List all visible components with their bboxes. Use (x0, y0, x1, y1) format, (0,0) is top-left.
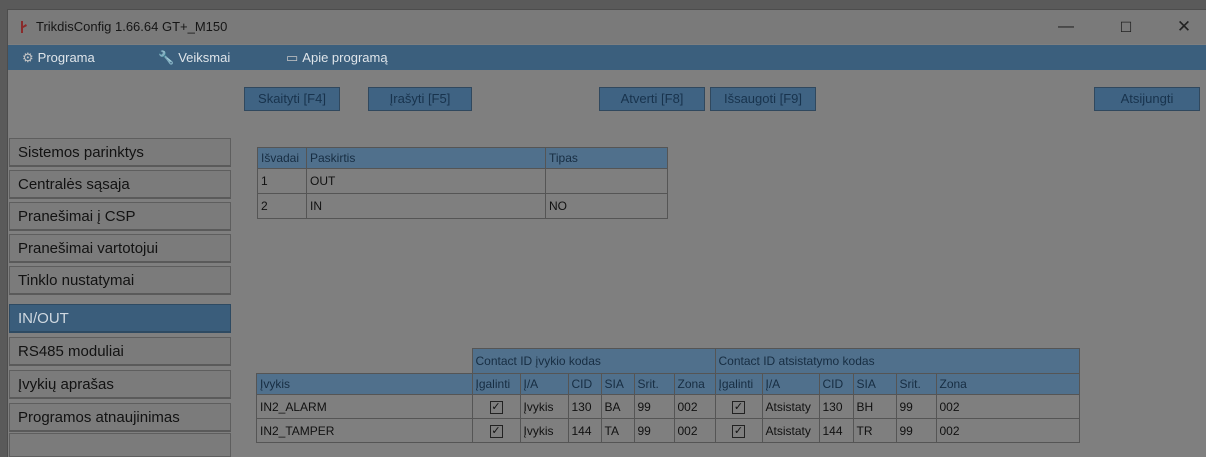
area-cell[interactable]: 99 (633, 394, 675, 419)
output-type[interactable]: NO (545, 193, 668, 219)
checkmark-icon: ✓ (489, 425, 503, 438)
restore-type-cell[interactable]: Atsistaty (761, 394, 820, 419)
zone-cell[interactable]: 002 (935, 418, 1080, 443)
event-type-cell[interactable]: Įvykis (519, 418, 569, 443)
column-header: Išvadai (257, 147, 307, 169)
table-row[interactable]: IN2_TAMPER ✓ Įvykis 144 TA 99 002 ✓ Atsi… (256, 418, 1080, 443)
column-header: Įgalinti (471, 373, 521, 395)
menu-apie-label: Apie programą (302, 50, 388, 65)
write-button[interactable]: Įrašyti [F5] (368, 87, 472, 111)
enable-event-checkbox[interactable]: ✓ (471, 418, 521, 443)
gear-icon: ⚙ (22, 50, 34, 65)
outputs-table: Išvadai Paskirtis Tipas 1 OUT 2 IN NO (257, 147, 668, 219)
window-title: TrikdisConfig 1.66.64 GT+_M150 (36, 19, 228, 34)
sia-cell[interactable]: BH (852, 394, 897, 419)
event-name: IN2_TAMPER (256, 418, 473, 443)
nav-sistemos-parinktys[interactable]: Sistemos parinktys (9, 138, 231, 167)
output-type[interactable] (545, 168, 668, 194)
table-row[interactable]: IN2_ALARM ✓ Įvykis 130 BA 99 002 ✓ Atsis… (256, 394, 1080, 419)
spacer-cell (257, 349, 473, 374)
enable-restore-checkbox[interactable]: ✓ (714, 418, 763, 443)
menu-apie[interactable]: ▭ Apie programą (286, 45, 388, 70)
column-header: Tipas (545, 147, 668, 169)
nav-programos-atnaujinimas[interactable]: Programos atnaujinimas (9, 403, 231, 432)
title-bar[interactable]: TrikdisConfig 1.66.64 GT+_M150 — ☐ ✕ (8, 10, 1206, 44)
close-button[interactable]: ✕ (1164, 14, 1204, 40)
open-button[interactable]: Atverti [F8] (599, 87, 705, 111)
menu-programa[interactable]: ⚙ Programa (22, 45, 95, 70)
column-header: Paskirtis (306, 147, 546, 169)
column-header: Į/A (519, 373, 569, 395)
column-header: SIA (852, 373, 897, 395)
output-purpose[interactable]: OUT (306, 168, 546, 194)
sia-cell[interactable]: BA (600, 394, 635, 419)
column-header: CID (567, 373, 602, 395)
menu-veiksmai-label: Veiksmai (178, 50, 231, 65)
nav-pranesimai-vartotojui[interactable]: Pranešimai vartotojui (9, 234, 231, 263)
output-number: 1 (257, 168, 307, 194)
zone-cell[interactable]: 002 (935, 394, 1080, 419)
column-header: SIA (600, 373, 635, 395)
restore-type-cell[interactable]: Atsistaty (761, 418, 820, 443)
save-button[interactable]: Išsaugoti [F9] (710, 87, 816, 111)
events-table: Contact ID įvykio kodas Contact ID atsis… (256, 348, 1080, 443)
checkmark-icon: ✓ (489, 401, 503, 414)
column-header: Į/A (761, 373, 820, 395)
zone-cell[interactable]: 002 (673, 394, 716, 419)
cid-cell[interactable]: 130 (818, 394, 854, 419)
info-window-icon: ▭ (286, 50, 299, 65)
output-number: 2 (257, 193, 307, 219)
checkmark-icon: ✓ (732, 401, 745, 414)
column-header: Įgalinti (714, 373, 763, 395)
menu-programa-label: Programa (37, 50, 95, 65)
cid-cell[interactable]: 130 (567, 394, 602, 419)
area-cell[interactable]: 99 (895, 418, 937, 443)
menu-veiksmai[interactable]: 🔧 Veiksmai (158, 45, 230, 70)
table-row[interactable]: 1 OUT (257, 168, 668, 194)
column-header: Zona (935, 373, 1080, 395)
table-row[interactable]: 2 IN NO (257, 193, 668, 219)
column-header: Įvykis (256, 373, 473, 395)
minimize-button[interactable]: — (1046, 14, 1086, 40)
column-header: CID (818, 373, 854, 395)
enable-event-checkbox[interactable]: ✓ (471, 394, 521, 419)
group-event-header: Contact ID įvykio kodas (471, 348, 716, 374)
cid-cell[interactable]: 144 (567, 418, 602, 443)
disconnect-button[interactable]: Atsijungti (1094, 87, 1200, 111)
app-logo-icon (21, 21, 27, 33)
cid-cell[interactable]: 144 (818, 418, 854, 443)
maximize-button[interactable]: ☐ (1106, 14, 1146, 40)
nav-rs485-moduliai[interactable]: RS485 moduliai (9, 337, 231, 366)
checkmark-icon: ✓ (732, 425, 745, 438)
group-restore-header: Contact ID atsistatymo kodas (714, 348, 1080, 374)
column-header: Zona (673, 373, 716, 395)
zone-cell[interactable]: 002 (673, 418, 716, 443)
nav-empty-slot (9, 433, 231, 457)
enable-restore-checkbox[interactable]: ✓ (714, 394, 763, 419)
nav-pranesimai-csp[interactable]: Pranešimai į CSP (9, 202, 231, 231)
wrench-icon: 🔧 (158, 50, 175, 65)
output-purpose[interactable]: IN (306, 193, 546, 219)
sia-cell[interactable]: TA (600, 418, 635, 443)
event-type-cell[interactable]: Įvykis (519, 394, 569, 419)
event-name: IN2_ALARM (256, 394, 473, 419)
column-header: Srit. (633, 373, 675, 395)
sia-cell[interactable]: TR (852, 418, 897, 443)
column-header: Srit. (895, 373, 937, 395)
nav-in-out[interactable]: IN/OUT (9, 304, 231, 333)
nav-centrales-sasaja[interactable]: Centralės sąsaja (9, 170, 231, 199)
read-button[interactable]: Skaityti [F4] (244, 87, 340, 111)
area-cell[interactable]: 99 (633, 418, 675, 443)
nav-tinklo-nustatymai[interactable]: Tinklo nustatymai (9, 266, 231, 295)
area-cell[interactable]: 99 (895, 394, 937, 419)
menu-bar: ⚙ Programa 🔧 Veiksmai ▭ Apie programą (8, 45, 1206, 70)
nav-ivykiu-aprasas[interactable]: Įvykių aprašas (9, 370, 231, 399)
